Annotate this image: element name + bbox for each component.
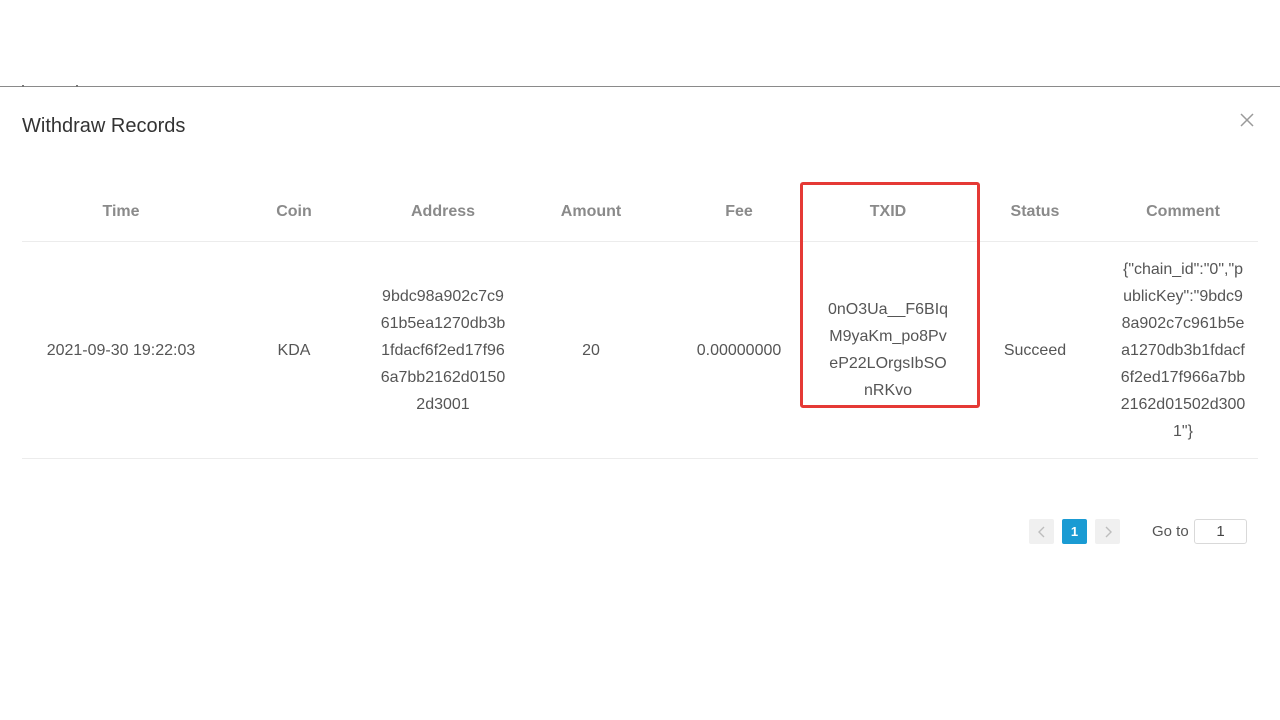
pagination: 1 Go to [0, 519, 1280, 545]
column-header-time: Time [22, 183, 220, 242]
goto-label: Go to [1152, 523, 1189, 540]
withdraw-records-modal: Withdraw Records Time Coin Address Amoun… [0, 87, 1280, 720]
chevron-left-icon [1037, 526, 1044, 537]
page-number-current[interactable]: 1 [1062, 519, 1087, 544]
cell-status: Succeed [962, 241, 1108, 459]
modal-title: Withdraw Records [22, 115, 186, 137]
column-header-amount: Amount [518, 183, 664, 242]
table-header-row: Time Coin Address Amount Fee TXID Status… [22, 183, 1258, 242]
cell-address: 9bdc98a902c7c961b5ea1270db3b1fdacf6f2ed1… [368, 241, 518, 459]
cell-fee: 0.00000000 [664, 241, 814, 459]
column-header-coin: Coin [220, 183, 368, 242]
cell-coin: KDA [220, 241, 368, 459]
next-page-button[interactable] [1095, 519, 1120, 544]
chevron-right-icon [1105, 526, 1112, 537]
close-icon[interactable] [1238, 111, 1256, 129]
records-table: Time Coin Address Amount Fee TXID Status… [22, 183, 1258, 459]
goto-page-input[interactable] [1194, 519, 1247, 544]
column-header-fee: Fee [664, 183, 814, 242]
column-header-status: Status [962, 183, 1108, 242]
txid-value: 0nO3Ua__F6BIqM9yaKm_po8PveP22LOrgsIbSOnR… [827, 301, 949, 399]
cell-time: 2021-09-30 19:22:03 [22, 241, 220, 459]
prev-page-button[interactable] [1029, 519, 1054, 544]
cell-comment: {"chain_id":"0","publicKey":"9bdc98a902c… [1108, 241, 1258, 459]
comment-value: {"chain_id":"0","publicKey":"9bdc98a902c… [1120, 260, 1246, 440]
column-header-txid: TXID [814, 183, 962, 242]
cell-amount: 20 [518, 241, 664, 459]
column-header-comment: Comment [1108, 183, 1258, 242]
table-row: 2021-09-30 19:22:03 KDA 9bdc98a902c7c961… [22, 241, 1258, 459]
cell-txid: 0nO3Ua__F6BIqM9yaKm_po8PveP22LOrgsIbSOnR… [814, 241, 962, 459]
column-header-address: Address [368, 183, 518, 242]
address-value: 9bdc98a902c7c961b5ea1270db3b1fdacf6f2ed1… [380, 287, 506, 413]
